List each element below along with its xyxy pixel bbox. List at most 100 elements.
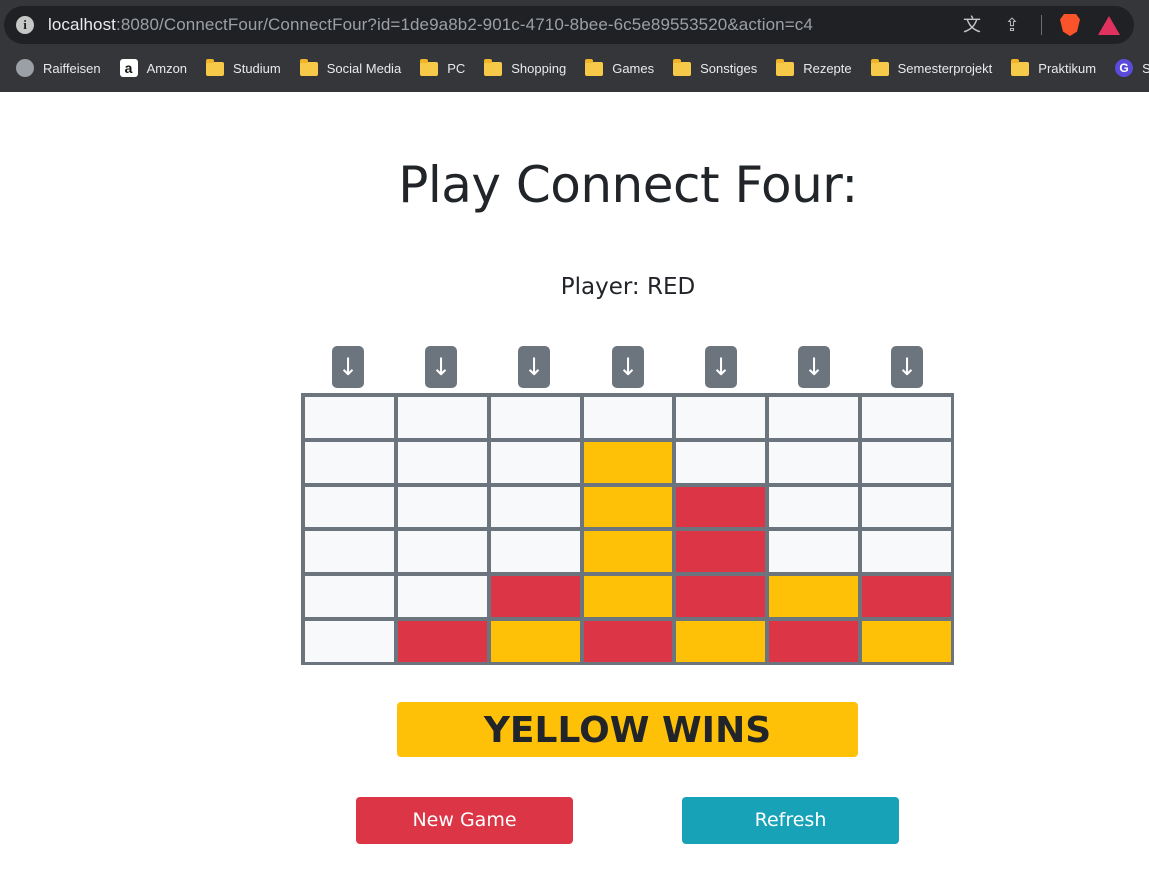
game-board	[301, 393, 954, 665]
bookmark-item[interactable]: Praktikum	[1011, 59, 1097, 76]
folder-icon	[870, 59, 889, 76]
amazon-icon: a	[119, 59, 138, 77]
folder-icon	[299, 59, 318, 76]
yellow-disc-cell	[583, 441, 673, 483]
empty-cell	[397, 576, 487, 618]
drop-column-5-button[interactable]: ↓	[705, 346, 737, 388]
info-icon[interactable]: i	[16, 16, 34, 34]
bookmark-item[interactable]: Raiffeisen	[16, 59, 101, 77]
drop-buttons-row: ↓ ↓ ↓ ↓ ↓ ↓ ↓	[301, 346, 954, 388]
bookmark-item[interactable]: Studium	[206, 59, 281, 76]
bookmark-label: Praktikum	[1038, 60, 1097, 76]
bookmark-label: Shopping	[511, 60, 567, 76]
winner-banner: YELLOW WINS	[397, 702, 858, 757]
bookmark-label: Raiffeisen	[43, 60, 101, 76]
empty-cell	[490, 531, 580, 573]
yellow-disc-cell	[490, 621, 580, 662]
yellow-disc-cell	[676, 621, 766, 662]
empty-cell	[305, 531, 394, 573]
share-icon[interactable]: ⇪	[1001, 14, 1023, 36]
address-bar-actions: 文 ⇪	[961, 13, 1120, 37]
brave-rewards-icon[interactable]	[1098, 15, 1120, 35]
bookmark-label: PC	[447, 60, 466, 76]
page-content: Play Connect Four: Player: RED ↓ ↓ ↓ ↓ ↓ ↓ ↓ Y…	[0, 92, 1149, 881]
yellow-disc-cell	[583, 576, 673, 618]
empty-cell	[862, 441, 951, 483]
red-disc-cell	[676, 486, 766, 528]
red-disc-cell	[676, 531, 766, 573]
empty-cell	[490, 441, 580, 483]
bookmark-item[interactable]: Social Media	[299, 59, 401, 76]
folder-icon	[585, 59, 604, 76]
empty-cell	[769, 441, 859, 483]
folder-icon	[206, 59, 225, 76]
g-icon: G	[1115, 59, 1134, 77]
url-path: :8080/ConnectFour/ConnectFour?id=1de9a8b…	[116, 15, 813, 34]
bookmark-item[interactable]: Shopping	[484, 59, 567, 76]
bookmark-label: SUPR	[1142, 60, 1149, 76]
drop-column-7-button[interactable]: ↓	[891, 346, 923, 388]
page-title: Play Connect Four:	[398, 156, 858, 214]
globe-icon	[16, 59, 34, 77]
bookmark-label: Rezepte	[803, 60, 852, 76]
yellow-disc-cell	[769, 576, 859, 618]
drop-column-1-button[interactable]: ↓	[332, 346, 364, 388]
translate-icon[interactable]: 文	[961, 14, 983, 36]
drop-column-3-button[interactable]: ↓	[518, 346, 550, 388]
folder-icon	[420, 59, 439, 76]
empty-cell	[583, 397, 673, 438]
red-disc-cell	[583, 621, 673, 662]
folder-icon	[776, 59, 795, 76]
empty-cell	[397, 531, 487, 573]
bookmark-item[interactable]: a Amzon	[119, 59, 188, 77]
new-game-button[interactable]: New Game	[356, 797, 573, 844]
address-bar[interactable]: i localhost:8080/ConnectFour/ConnectFour…	[4, 6, 1134, 44]
empty-cell	[397, 441, 487, 483]
url-host: localhost	[48, 15, 116, 34]
empty-cell	[769, 397, 859, 438]
bookmark-label: Amzon	[146, 60, 188, 76]
folder-icon	[1011, 59, 1030, 76]
url-text[interactable]: localhost:8080/ConnectFour/ConnectFour?i…	[48, 15, 813, 35]
bookmark-item[interactable]: Semesterprojekt	[870, 59, 993, 76]
empty-cell	[305, 486, 394, 528]
empty-cell	[862, 486, 951, 528]
empty-cell	[862, 397, 951, 438]
bookmark-label: Studium	[233, 60, 281, 76]
yellow-disc-cell	[583, 486, 673, 528]
current-player-label: Player: RED	[560, 274, 696, 300]
red-disc-cell	[862, 576, 951, 618]
red-disc-cell	[769, 621, 859, 662]
empty-cell	[769, 486, 859, 528]
empty-cell	[676, 397, 766, 438]
folder-icon	[484, 59, 503, 76]
bookmark-label: Games	[612, 60, 655, 76]
drop-column-2-button[interactable]: ↓	[425, 346, 457, 388]
bookmarks-bar: Raiffeisen a Amzon Studium Social Media PC Sho…	[0, 52, 1149, 84]
bookmark-item[interactable]: G SUPR	[1115, 59, 1149, 77]
bookmark-item[interactable]: Games	[585, 59, 655, 76]
empty-cell	[490, 486, 580, 528]
red-disc-cell	[490, 576, 580, 618]
red-disc-cell	[676, 576, 766, 618]
bookmark-item[interactable]: Rezepte	[776, 59, 852, 76]
empty-cell	[305, 441, 394, 483]
empty-cell	[305, 576, 394, 618]
drop-column-4-button[interactable]: ↓	[612, 346, 644, 388]
browser-chrome: i localhost:8080/ConnectFour/ConnectFour…	[0, 0, 1149, 92]
bookmark-item[interactable]: Sonstiges	[673, 59, 757, 76]
red-disc-cell	[397, 621, 487, 662]
folder-icon	[673, 59, 692, 76]
drop-column-6-button[interactable]: ↓	[798, 346, 830, 388]
empty-cell	[397, 486, 487, 528]
empty-cell	[676, 441, 766, 483]
empty-cell	[397, 397, 487, 438]
refresh-button[interactable]: Refresh	[682, 797, 899, 844]
yellow-disc-cell	[862, 621, 951, 662]
bookmark-item[interactable]: PC	[420, 59, 466, 76]
divider	[1041, 15, 1042, 35]
empty-cell	[490, 397, 580, 438]
yellow-disc-cell	[583, 531, 673, 573]
bookmark-label: Semesterprojekt	[897, 60, 993, 76]
brave-shields-icon[interactable]	[1060, 14, 1080, 36]
